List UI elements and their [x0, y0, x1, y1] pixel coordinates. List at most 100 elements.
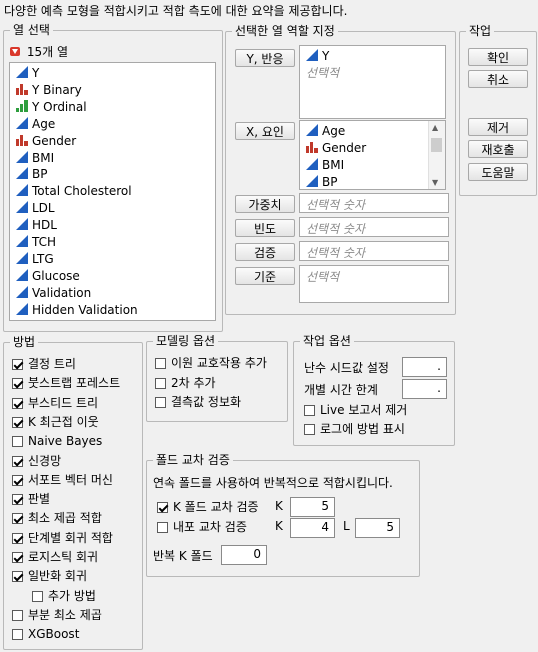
scroll-up-icon[interactable]: ▲	[432, 123, 438, 132]
x-role-item[interactable]: Age	[306, 123, 345, 140]
seed-input[interactable]: .	[402, 357, 447, 377]
column-item[interactable]: Total Cholesterol	[16, 183, 132, 200]
checkbox-box[interactable]	[12, 397, 23, 409]
method-checkbox[interactable]: 단계별 회귀 적합	[12, 530, 113, 546]
modeling-option-checkbox[interactable]: 2차 추가	[155, 375, 216, 391]
checkbox-box[interactable]	[12, 609, 23, 621]
method-checkbox[interactable]: 서포트 벡터 머신	[12, 472, 113, 488]
help-button[interactable]: 도움말	[468, 163, 528, 181]
weight-field[interactable]: 선택적 숫자	[299, 193, 449, 213]
checkbox-box[interactable]	[304, 424, 315, 435]
modeling-option-checkbox[interactable]: 결측값 정보화	[155, 394, 241, 410]
column-item[interactable]: LDL	[16, 200, 55, 217]
column-list[interactable]: Y Y Binary Y Ordinal Age Gender BMI BP Total Ch…	[9, 62, 216, 321]
method-checkbox[interactable]: XGBoost	[12, 626, 79, 642]
validation-button[interactable]: 검증	[235, 243, 295, 261]
x-role-list[interactable]: BP BMI Gender Age ▲ ▼	[299, 120, 446, 190]
column-item[interactable]: BMI	[16, 150, 54, 167]
recall-button[interactable]: 재호출	[468, 140, 528, 158]
checkbox-box[interactable]	[12, 378, 23, 390]
scroll-thumb[interactable]	[431, 138, 442, 152]
l-input[interactable]: 5	[355, 518, 400, 538]
method-checkbox[interactable]: K 최근접 이웃	[12, 414, 99, 430]
column-item[interactable]: BP	[16, 166, 47, 183]
x-factor-button[interactable]: X, 요인	[235, 122, 295, 140]
by-field[interactable]: 선택적	[299, 265, 449, 303]
repeat-kfold-input[interactable]: 0	[221, 545, 267, 565]
column-item[interactable]: Validation	[16, 285, 91, 302]
method-checkbox[interactable]: 로지스틱 회귀	[12, 549, 98, 565]
y-response-button[interactable]: Y, 반응	[235, 49, 295, 67]
log-methods-checkbox[interactable]: 로그에 방법 표시	[304, 421, 405, 437]
nested-k-input[interactable]: 4	[290, 518, 335, 538]
checkbox-box[interactable]	[155, 397, 166, 408]
method-checkbox[interactable]: 부분 최소 제곱	[12, 607, 102, 623]
column-item[interactable]: HDL	[16, 217, 57, 234]
freq-field[interactable]: 선택적 숫자	[299, 217, 449, 237]
checkbox-box[interactable]	[12, 474, 23, 486]
checkbox-box[interactable]	[12, 532, 23, 544]
checkbox-box[interactable]	[155, 358, 166, 369]
method-checkbox[interactable]: 신경망	[12, 453, 61, 469]
column-item[interactable]: Glucose	[16, 268, 80, 285]
method-checkbox[interactable]: 최소 제곱 적합	[12, 510, 102, 526]
k-input[interactable]: 5	[290, 497, 335, 517]
method-checkbox[interactable]: 부스티드 트리	[12, 395, 98, 411]
cancel-button[interactable]: 취소	[468, 70, 528, 88]
method-checkbox[interactable]: 결정 트리	[12, 356, 76, 372]
checkbox-box[interactable]	[12, 571, 23, 583]
checkbox-box[interactable]	[157, 522, 168, 533]
nested-cv-checkbox[interactable]: 내포 교차 검증	[157, 519, 247, 535]
by-button[interactable]: 기준	[235, 267, 295, 285]
freq-button[interactable]: 빈도	[235, 219, 295, 237]
checkbox-box[interactable]	[12, 494, 23, 506]
method-checkbox[interactable]: 붓스트랩 포레스트	[12, 375, 120, 391]
role-assign-title: 선택한 열 역할 지정	[232, 24, 338, 38]
column-item[interactable]: Hidden Validation	[16, 302, 138, 319]
checkbox-box[interactable]	[12, 436, 23, 448]
time-limit-input[interactable]: .	[402, 379, 447, 399]
scroll-down-icon[interactable]: ▼	[432, 178, 438, 187]
x-role-name: BP	[322, 175, 338, 189]
column-item[interactable]: Y Binary	[16, 82, 82, 99]
checkbox-box[interactable]	[12, 359, 23, 370]
y-role-list[interactable]: Y 선택적	[299, 45, 446, 119]
checkbox-box[interactable]	[32, 590, 43, 602]
method-checkbox[interactable]: 일반화 회귀	[12, 568, 87, 584]
column-item[interactable]: TCH	[16, 234, 56, 251]
checkbox-box[interactable]	[155, 377, 166, 389]
method-checkbox[interactable]: 추가 방법	[32, 588, 96, 604]
x-role-item[interactable]: Gender	[306, 140, 366, 157]
y-role-item[interactable]: Y	[306, 48, 329, 65]
continuous-icon	[16, 285, 28, 298]
remove-button[interactable]: 제거	[468, 118, 528, 136]
modeling-options-title: 모델링 옵션	[153, 334, 219, 348]
weight-button[interactable]: 가중치	[235, 195, 295, 213]
column-name: Y	[32, 66, 40, 80]
checkbox-box[interactable]	[157, 502, 168, 513]
column-item[interactable]: Gender	[16, 133, 76, 150]
x-role-item[interactable]: BP	[306, 174, 338, 189]
column-item[interactable]: Y Ordinal	[16, 99, 87, 116]
validation-field[interactable]: 선택적 숫자	[299, 241, 449, 261]
checkbox-box[interactable]	[12, 416, 23, 428]
modeling-option-checkbox[interactable]: 이원 교호작용 추가	[155, 355, 267, 371]
ok-button[interactable]: 확인	[468, 48, 528, 66]
x-list-scrollbar[interactable]: ▲ ▼	[428, 121, 445, 189]
checkbox-box[interactable]	[12, 513, 23, 525]
checkbox-box[interactable]	[12, 629, 23, 641]
column-item[interactable]: Y	[16, 65, 39, 82]
checkbox-box[interactable]	[304, 405, 315, 416]
column-item[interactable]: Age	[16, 116, 55, 133]
checkbox-box[interactable]	[12, 455, 23, 467]
dropdown-triangle-icon[interactable]	[10, 47, 20, 56]
method-checkbox[interactable]: 판별	[12, 491, 50, 507]
remove-live-report-checkbox[interactable]: Live 보고서 제거	[304, 402, 407, 418]
method-checkbox[interactable]: Naive Bayes	[12, 433, 102, 449]
checkbox-box[interactable]	[12, 552, 23, 563]
kfold-checkbox[interactable]: K 폴드 교차 검증	[157, 499, 259, 515]
column-item[interactable]: LTG	[16, 251, 54, 268]
continuous-icon	[306, 124, 318, 136]
column-count-row[interactable]: 15개 열	[10, 43, 68, 60]
x-role-item[interactable]: BMI	[306, 157, 344, 174]
